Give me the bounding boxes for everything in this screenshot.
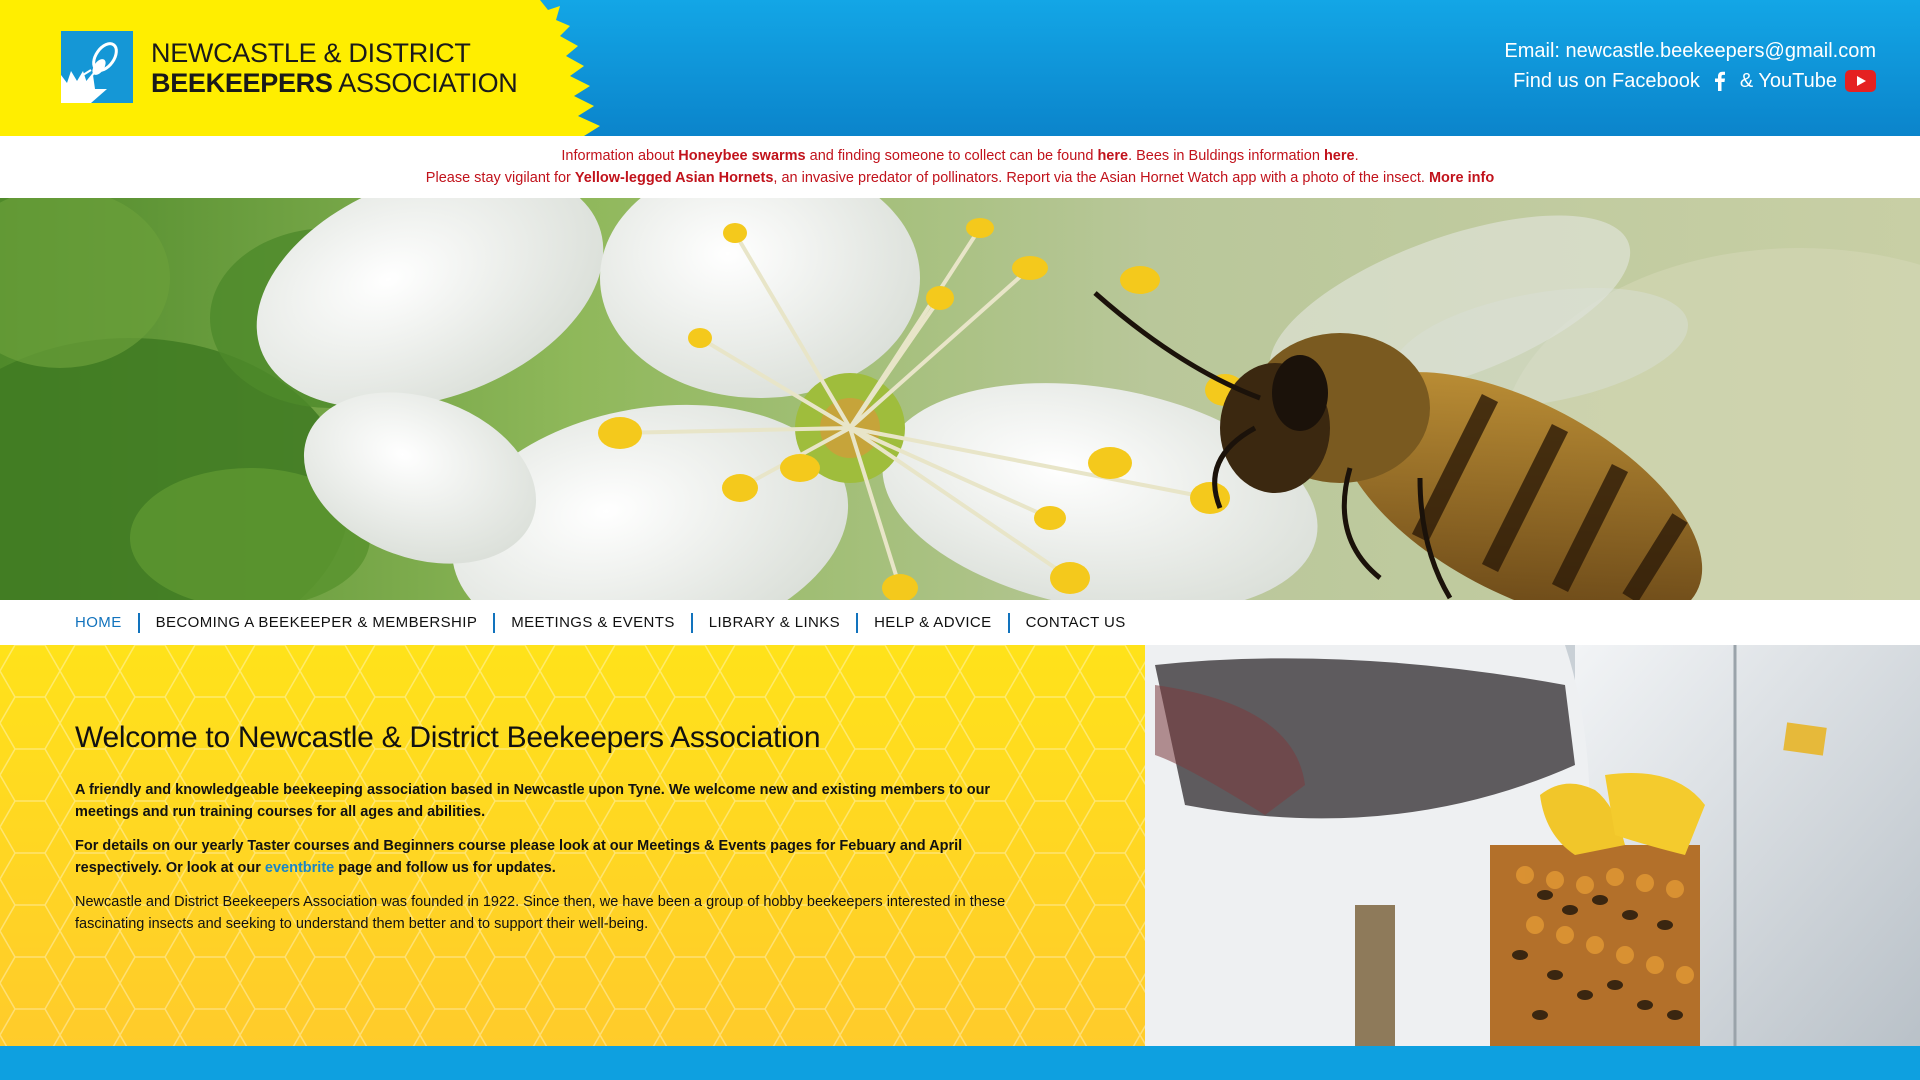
hornets-link[interactable]: Yellow-legged Asian Hornets: [575, 170, 773, 186]
nav-meetings-events[interactable]: MEETINGS & EVENTS: [495, 614, 691, 631]
notice-text: Please stay vigilant for: [425, 170, 575, 186]
logo-panel[interactable]: NEWCASTLE & DISTRICT BEEKEEPERS ASSOCIAT…: [0, 0, 610, 136]
email-link[interactable]: Email: newcastle.beekeepers@gmail.com: [1504, 36, 1876, 66]
welcome-text-block: Welcome to Newcastle & District Beekeepe…: [75, 721, 1050, 947]
header-contact: Email: newcastle.beekeepers@gmail.com Fi…: [1504, 36, 1876, 96]
notice-line-2: Please stay vigilant for Yellow-legged A…: [0, 167, 1920, 189]
welcome-paragraph-3: Newcastle and District Beekeepers Associ…: [75, 894, 1006, 932]
hero-bee-flower-image: [0, 198, 1920, 600]
site-header: NEWCASTLE & DISTRICT BEEKEEPERS ASSOCIAT…: [0, 0, 1920, 136]
logo-line2-rest: ASSOCIATION: [332, 68, 518, 98]
swarms-link[interactable]: Honeybee swarms: [678, 148, 805, 164]
notice-text: and finding someone to collect can be fo…: [805, 148, 1098, 164]
youtube-icon[interactable]: [1845, 70, 1876, 92]
beekeeper-photo: [1145, 645, 1920, 1046]
eventbrite-link[interactable]: eventbrite: [265, 860, 334, 876]
welcome-paragraph-1: A friendly and knowledgeable beekeeping …: [75, 782, 991, 820]
notice-text: , an invasive predator of pollinators. R…: [773, 170, 1429, 186]
notice-text: Information about: [561, 148, 679, 164]
logo-line1: NEWCASTLE & DISTRICT: [151, 38, 471, 68]
nav-home[interactable]: HOME: [75, 614, 138, 631]
notice-line-1: Information about Honeybee swarms and fi…: [0, 145, 1920, 167]
social-row: Find us on Facebook & YouTube: [1504, 66, 1876, 96]
welcome-section: Welcome to Newcastle & District Beekeepe…: [0, 645, 1145, 1046]
more-info-link[interactable]: More info: [1429, 170, 1494, 186]
youtube-link[interactable]: & YouTube: [1740, 66, 1837, 96]
facebook-link[interactable]: Find us on Facebook: [1513, 66, 1700, 96]
logo-wordmark: NEWCASTLE & DISTRICT BEEKEEPERS ASSOCIAT…: [151, 38, 518, 98]
nav-help-advice[interactable]: HELP & ADVICE: [858, 614, 1007, 631]
notice-bar: Information about Honeybee swarms and fi…: [0, 136, 1920, 198]
notice-text: .: [1354, 148, 1359, 164]
swarms-here-link[interactable]: here: [1097, 148, 1128, 164]
facebook-icon[interactable]: [1708, 69, 1732, 93]
nav-becoming-a-beekeeper[interactable]: BECOMING A BEEKEEPER & MEMBERSHIP: [140, 614, 494, 631]
welcome-paragraph-2: For details on our yearly Taster courses…: [75, 835, 1050, 879]
footer-strip: [0, 1046, 1920, 1080]
email-row: Email: newcastle.beekeepers@gmail.com: [1504, 36, 1876, 66]
bee-logo-icon: [61, 31, 133, 103]
buildings-here-link[interactable]: here: [1324, 148, 1355, 164]
main-nav: HOME BECOMING A BEEKEEPER & MEMBERSHIP M…: [0, 600, 1920, 645]
logo-line2: BEEKEEPERS ASSOCIATION: [151, 68, 518, 98]
logo-line2-bold: BEEKEEPERS: [151, 68, 333, 98]
p2-post: page and follow us for updates.: [334, 860, 556, 876]
nav-library-links[interactable]: LIBRARY & LINKS: [693, 614, 856, 631]
welcome-title: Welcome to Newcastle & District Beekeepe…: [75, 721, 821, 754]
main-content: Welcome to Newcastle & District Beekeepe…: [0, 645, 1920, 1046]
notice-text: . Bees in Buldings information: [1128, 148, 1324, 164]
nav-contact-us[interactable]: CONTACT US: [1010, 614, 1142, 631]
